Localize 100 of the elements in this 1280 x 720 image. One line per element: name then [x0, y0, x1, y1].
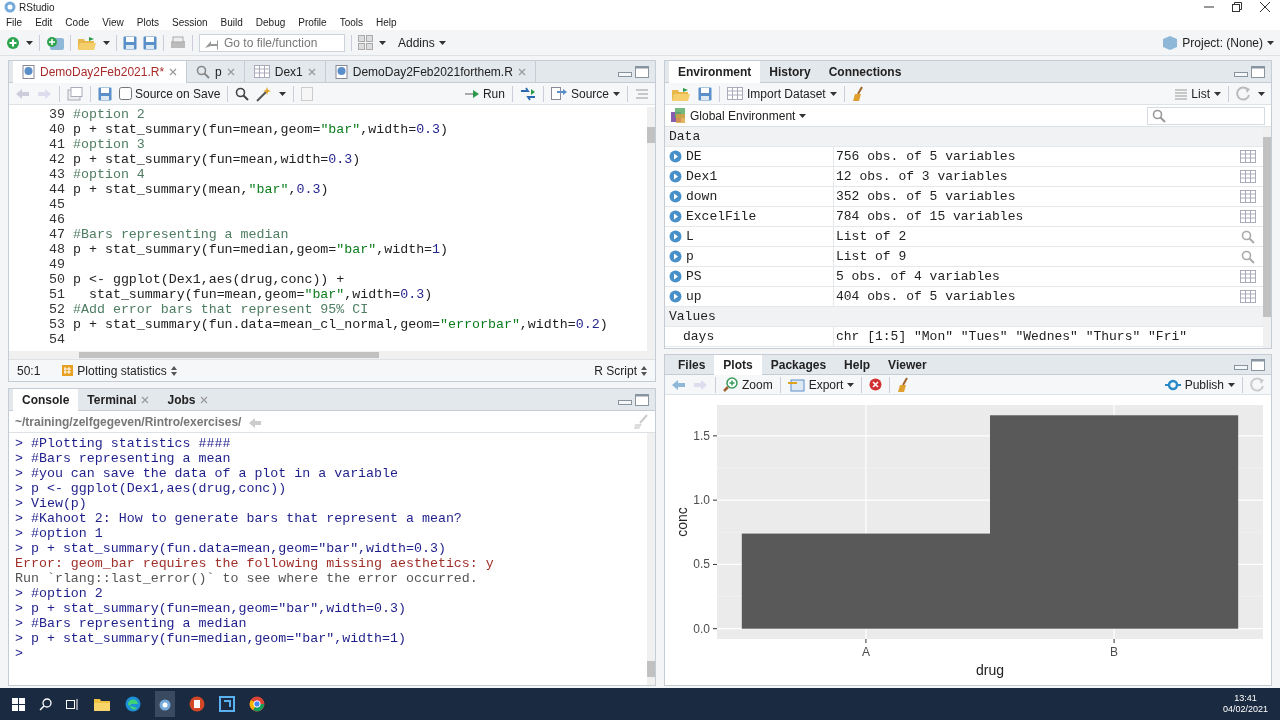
- clock-date[interactable]: 04/02/2021: [1222, 704, 1268, 715]
- presentation-icon[interactable]: [189, 696, 205, 712]
- view-table-icon[interactable]: [1240, 210, 1256, 223]
- menu-item[interactable]: Build: [220, 14, 243, 30]
- scrollbar[interactable]: [647, 107, 655, 351]
- menu-item[interactable]: Plots: [136, 14, 159, 30]
- scrollbar[interactable]: [9, 351, 655, 359]
- caret-icon[interactable]: [379, 40, 386, 45]
- view-table-icon[interactable]: [1240, 270, 1256, 283]
- view-mode-menu[interactable]: List: [1175, 84, 1221, 103]
- editor-tab[interactable]: DemoDay2Feb2021forthem.R: [325, 61, 536, 82]
- browser-icon[interactable]: [249, 696, 265, 712]
- task-view-icon[interactable]: [66, 697, 79, 711]
- publish-menu[interactable]: Publish: [1164, 375, 1235, 394]
- broom-icon[interactable]: [897, 376, 910, 393]
- project-menu[interactable]: Project: (None): [1162, 33, 1274, 52]
- search-field[interactable]: [1147, 106, 1265, 125]
- view-table-icon[interactable]: [1240, 170, 1256, 183]
- plots-tab[interactable]: Files: [669, 355, 715, 374]
- show-window-icon[interactable]: [67, 86, 83, 101]
- expand-icon[interactable]: [669, 210, 682, 223]
- plots-tab[interactable]: Packages: [761, 355, 836, 374]
- run-button[interactable]: Run: [464, 84, 505, 103]
- print-icon[interactable]: [170, 36, 186, 49]
- new-file-icon[interactable]: [6, 35, 20, 50]
- table-icon[interactable]: [727, 87, 743, 100]
- save-icon[interactable]: [698, 86, 712, 101]
- menu-item[interactable]: File: [6, 14, 23, 30]
- view-table-icon[interactable]: [1240, 150, 1256, 163]
- expand-icon[interactable]: [669, 290, 682, 303]
- zoom-button[interactable]: Zoom: [723, 375, 773, 394]
- environment-menu[interactable]: Global Environment: [671, 106, 807, 125]
- section-menu[interactable]: Plotting statistics: [62, 361, 177, 380]
- menu-item[interactable]: Edit: [35, 14, 53, 30]
- new-project-icon[interactable]: [46, 34, 64, 51]
- menu-item[interactable]: Session: [172, 14, 208, 30]
- magic-wand-icon[interactable]: [256, 85, 273, 102]
- environment-tab[interactable]: Environment: [669, 61, 761, 83]
- source-button[interactable]: Source: [550, 84, 620, 103]
- caret-icon[interactable]: [613, 91, 620, 96]
- remove-plot-icon[interactable]: [869, 378, 883, 391]
- scrollbar[interactable]: [647, 433, 655, 685]
- plots-tab[interactable]: Viewer: [879, 355, 936, 374]
- caret-icon[interactable]: [26, 40, 33, 45]
- caret-icon[interactable]: [799, 113, 807, 118]
- refresh-icon[interactable]: [1236, 86, 1251, 101]
- expand-icon[interactable]: [669, 250, 682, 263]
- environment-tab[interactable]: Connections: [819, 61, 911, 82]
- search-icon[interactable]: [39, 697, 52, 711]
- caret-icon[interactable]: [103, 40, 110, 45]
- console-tab[interactable]: Terminal: [78, 389, 159, 410]
- maximize-icon[interactable]: [1251, 65, 1265, 78]
- expand-icon[interactable]: [669, 270, 682, 283]
- caret-icon[interactable]: [279, 91, 287, 96]
- caret-icon[interactable]: [1228, 382, 1235, 387]
- open-folder-icon[interactable]: [77, 34, 97, 51]
- caret-icon[interactable]: [829, 91, 837, 96]
- import-dataset-menu[interactable]: Import Dataset: [727, 84, 837, 103]
- export-menu[interactable]: Export: [787, 375, 855, 394]
- rerun-icon[interactable]: [519, 86, 536, 101]
- menu-item[interactable]: Tools: [339, 14, 363, 30]
- editor-tab[interactable]: DemoDay2Feb2021.R*: [13, 61, 188, 83]
- console-tab[interactable]: Jobs: [158, 389, 218, 410]
- windows-icon[interactable]: [12, 697, 25, 711]
- working-directory[interactable]: ~/training/zelfgegeven/Rintro/exercises/: [15, 412, 242, 431]
- view-table-icon[interactable]: [1240, 290, 1256, 303]
- caret-icon[interactable]: [847, 382, 855, 387]
- menu-item[interactable]: Debug: [255, 14, 286, 30]
- back-icon[interactable]: [671, 378, 686, 391]
- r-icon[interactable]: [159, 698, 171, 711]
- save-all-icon[interactable]: [143, 35, 157, 50]
- open-folder-icon[interactable]: [671, 85, 691, 102]
- editor-tab[interactable]: Dex1: [244, 61, 326, 82]
- close-icon[interactable]: [1260, 2, 1270, 12]
- expand-icon[interactable]: [669, 230, 682, 243]
- folder-icon[interactable]: [93, 696, 111, 712]
- menu-item[interactable]: Code: [65, 14, 90, 30]
- app-icon[interactable]: [219, 696, 235, 712]
- view-table-icon[interactable]: [1240, 190, 1256, 203]
- data-table-icon[interactable]: [253, 65, 270, 78]
- maximize-icon[interactable]: [1251, 358, 1265, 371]
- caret-icon[interactable]: [1214, 91, 1221, 96]
- source-on-save-checkbox[interactable]: [119, 87, 132, 100]
- file-type-menu[interactable]: R Script: [594, 361, 647, 380]
- maximize-icon[interactable]: [635, 393, 649, 406]
- broom-icon[interactable]: [851, 85, 864, 102]
- checkbox-label[interactable]: Source on Save: [135, 84, 221, 103]
- plots-tab[interactable]: Help: [835, 355, 880, 374]
- save-icon[interactable]: [98, 86, 112, 101]
- maximize-icon[interactable]: [635, 65, 649, 78]
- environment-tab[interactable]: History: [760, 61, 820, 82]
- expand-icon[interactable]: [669, 150, 682, 163]
- save-icon[interactable]: [123, 35, 137, 50]
- expand-icon[interactable]: [669, 190, 682, 203]
- menu-item[interactable]: Help: [376, 14, 397, 30]
- plots-tab[interactable]: Plots: [714, 355, 762, 375]
- menu-item[interactable]: View: [102, 14, 124, 30]
- browser-icon[interactable]: [125, 696, 141, 712]
- go-to-file-field[interactable]: Go to file/function: [199, 33, 345, 52]
- addins-menu[interactable]: Addins: [398, 33, 446, 52]
